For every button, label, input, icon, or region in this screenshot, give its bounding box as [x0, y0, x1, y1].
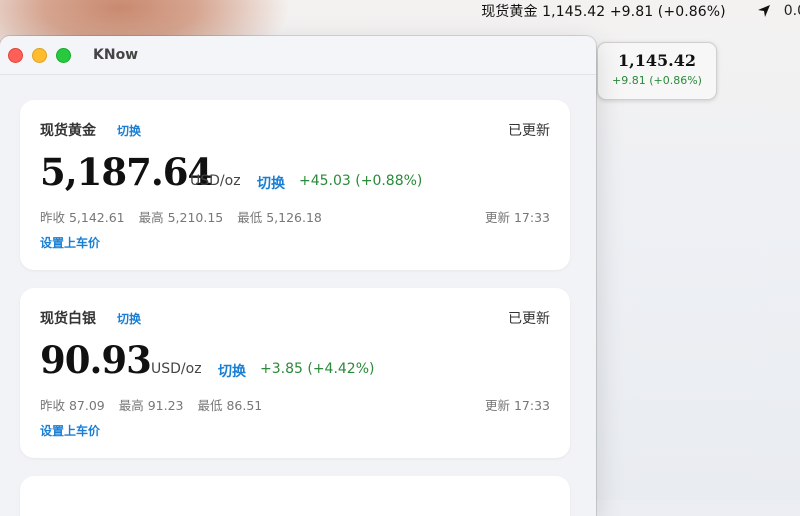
price-value: 5,187.64 — [40, 150, 213, 194]
price-unit: USD/oz — [151, 361, 202, 377]
prev-close: 昨收 87.09 — [40, 398, 105, 413]
silver-card: 现货白银 切换 已更新 90.93 USD/oz 切换 +3.85 (+4.42… — [20, 288, 570, 458]
window-title: KNow — [93, 47, 139, 63]
badge-price: 1,145.42 — [618, 51, 696, 70]
switch-link[interactable]: 切换 — [117, 310, 141, 327]
price-unit: USD/oz — [190, 173, 241, 189]
title-bar: KNow — [0, 36, 596, 75]
day-low: 最低 5,126.18 — [237, 210, 322, 225]
set-entry-price-link[interactable]: 设置上车价 — [40, 422, 100, 439]
close-button[interactable] — [8, 47, 23, 63]
status-label: 已更新 — [508, 123, 550, 139]
updated-time: 更新 17:33 — [485, 398, 550, 413]
price-change: +45.03 (+0.88%) — [299, 173, 423, 189]
day-high: 最高 91.23 — [118, 398, 184, 413]
price-change: +3.85 (+4.42%) — [260, 361, 375, 377]
unit-switch-link[interactable]: 切换 — [257, 173, 285, 193]
gold-card: 现货黄金 切换 已更新 5,187.64 USD/oz 切换 +45.03 (+… — [20, 100, 570, 270]
day-high: 最高 5,210.15 — [138, 210, 224, 225]
prev-close: 昨收 5,142.61 — [40, 210, 125, 225]
menu-bar: 现货黄金 1,145.42 +9.81 (+0.86%) 0.0 — [0, 0, 800, 22]
status-label: 已更新 — [508, 311, 550, 327]
location-arrow-icon[interactable] — [756, 3, 772, 19]
price-value: 90.93 — [40, 338, 152, 382]
floating-price-badge[interactable]: 1,145.42 +9.81 (+0.86%) — [597, 42, 717, 100]
stats-row: 昨收 5,142.61 最高 5,210.15 最低 5,126.18 — [40, 207, 332, 226]
badge-change: +9.81 (+0.86%) — [612, 74, 702, 87]
day-low: 最低 86.51 — [197, 398, 263, 413]
set-entry-price-link[interactable]: 设置上车价 — [40, 234, 100, 251]
menubar-gold-ticker[interactable]: 现货黄金 1,145.42 +9.81 (+0.86%) — [481, 1, 726, 21]
updated-time: 更新 17:33 — [485, 210, 550, 225]
menubar-trailing-item[interactable]: 0.0 — [784, 3, 800, 19]
zoom-button[interactable] — [56, 47, 71, 63]
minimize-button[interactable] — [32, 47, 47, 63]
stats-row: 昨收 87.09 最高 91.23 最低 86.51 — [40, 395, 272, 414]
switch-link[interactable]: 切换 — [117, 122, 141, 139]
unit-switch-link[interactable]: 切换 — [218, 361, 246, 381]
card-name: 现货黄金 — [40, 123, 96, 139]
card-name: 现货白银 — [40, 311, 96, 327]
know-window: KNow 现货黄金 切换 已更新 5,187.64 USD/oz 切换 +45.… — [0, 36, 596, 516]
third-card — [20, 476, 570, 516]
